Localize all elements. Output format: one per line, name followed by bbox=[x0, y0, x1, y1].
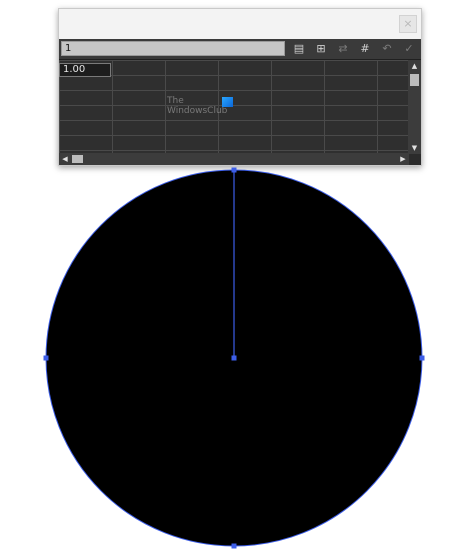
canvas: × 1 ▤ ⊞ ⇄ # ↶ ✓ 1.00 The WindowsClub ▲ ▼… bbox=[0, 0, 474, 553]
pie-graph-artwork[interactable] bbox=[0, 0, 474, 553]
anchor-point-top[interactable] bbox=[231, 167, 237, 173]
anchor-point-right[interactable] bbox=[419, 355, 425, 361]
anchor-point-center[interactable] bbox=[231, 355, 237, 361]
anchor-point-bottom[interactable] bbox=[231, 543, 237, 549]
anchor-point-left[interactable] bbox=[43, 355, 49, 361]
